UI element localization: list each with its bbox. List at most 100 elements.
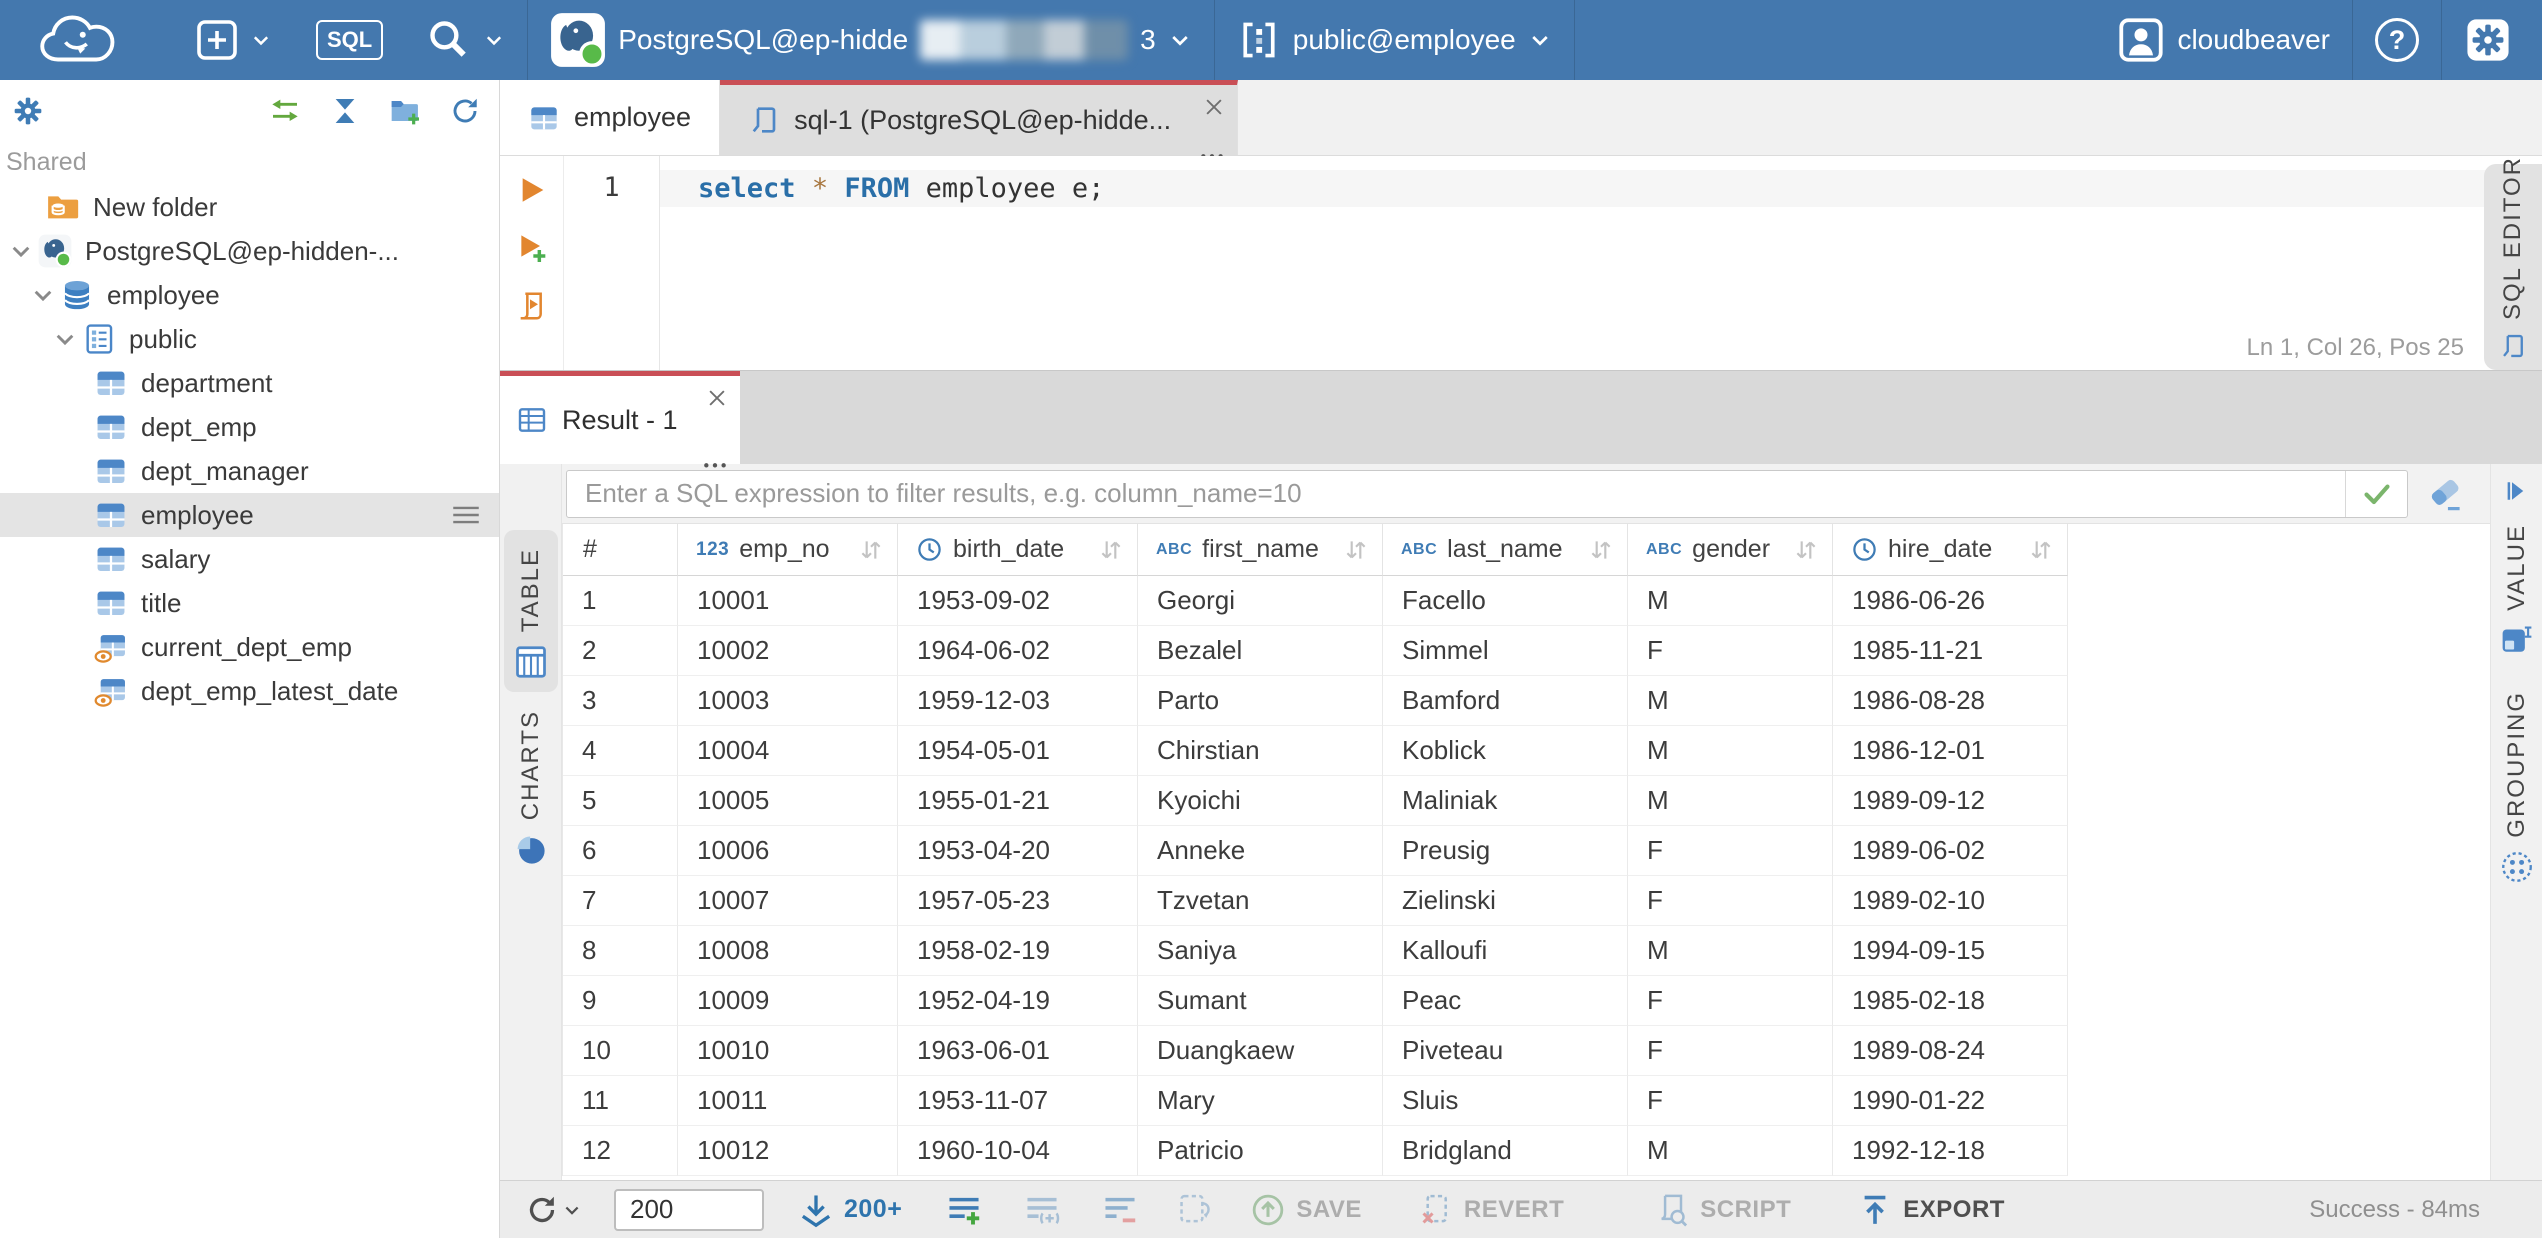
data-cell[interactable]: 10006 <box>678 826 898 876</box>
data-cell[interactable]: 1953-11-07 <box>898 1076 1138 1126</box>
data-cell[interactable]: 1958-02-19 <box>898 926 1138 976</box>
help-button[interactable]: ? <box>2353 0 2441 80</box>
data-cell[interactable]: F <box>1628 826 1833 876</box>
data-cell[interactable]: Bezalel <box>1138 626 1383 676</box>
data-cell[interactable]: Kalloufi <box>1383 926 1628 976</box>
data-cell[interactable]: Georgi <box>1138 576 1383 626</box>
data-cell[interactable]: Anneke <box>1138 826 1383 876</box>
sort-icon[interactable] <box>1097 536 1125 564</box>
tab-employee[interactable]: employee <box>500 80 721 155</box>
data-cell[interactable]: 1985-11-21 <box>1833 626 2068 676</box>
tree-item-postgresql-ep-hidden--[interactable]: PostgreSQL@ep-hidden-... <box>0 229 499 273</box>
data-cell[interactable]: 1952-04-19 <box>898 976 1138 1026</box>
connection-selector[interactable]: PostgreSQL@ep-hidde 3 <box>528 0 1214 80</box>
duplicate-row-icon[interactable] <box>1024 1192 1060 1228</box>
data-cell[interactable]: 1985-02-18 <box>1833 976 2068 1026</box>
data-cell[interactable]: Mary <box>1138 1076 1383 1126</box>
data-cell[interactable]: 1989-06-02 <box>1833 826 2068 876</box>
data-cell[interactable]: 1959-12-03 <box>898 676 1138 726</box>
export-button[interactable]: EXPORT <box>1857 1192 2005 1228</box>
tree-item-title[interactable]: title <box>0 581 499 625</box>
tree-item-dept_emp_latest_date[interactable]: dept_emp_latest_date <box>0 669 499 713</box>
sql-editor-button[interactable]: SQL <box>294 0 405 80</box>
data-cell[interactable]: M <box>1628 676 1833 726</box>
row-number-cell[interactable]: 7 <box>563 876 678 926</box>
data-cell[interactable]: 10008 <box>678 926 898 976</box>
tree-item-dept_manager[interactable]: dept_manager <box>0 449 499 493</box>
table-row[interactable]: 1 10001 1953-09-02 Georgi Facello M 1986-06-26 <box>563 576 2068 626</box>
data-cell[interactable]: 10009 <box>678 976 898 1026</box>
data-cell[interactable]: Zielinski <box>1383 876 1628 926</box>
close-icon[interactable] <box>1203 94 1225 116</box>
table-row[interactable]: 7 10007 1957-05-23 Tzvetan Zielinski F 1989-02… <box>563 876 2068 926</box>
new-connection-button[interactable] <box>174 0 294 80</box>
user-menu[interactable]: cloudbeaver <box>2095 0 2352 80</box>
data-cell[interactable]: 1954-05-01 <box>898 726 1138 776</box>
tree-item-department[interactable]: department <box>0 361 499 405</box>
cloudbeaver-logo-icon[interactable] <box>26 10 144 70</box>
refresh-icon[interactable] <box>449 95 481 127</box>
data-cell[interactable]: F <box>1628 626 1833 676</box>
data-cell[interactable]: M <box>1628 1126 1833 1176</box>
row-number-cell[interactable]: 1 <box>563 576 678 626</box>
tree-item-dept_emp[interactable]: dept_emp <box>0 405 499 449</box>
chevron-down-icon[interactable] <box>562 1200 582 1220</box>
row-number-cell[interactable]: 2 <box>563 626 678 676</box>
script-button[interactable]: SCRIPT <box>1654 1192 1791 1228</box>
table-row[interactable]: 11 10011 1953-11-07 Mary Sluis F 1990-01-22 <box>563 1076 2068 1126</box>
execute-script-icon[interactable] <box>516 290 548 322</box>
data-cell[interactable]: Parto <box>1138 676 1383 726</box>
data-cell[interactable]: 1994-09-15 <box>1833 926 2068 976</box>
data-cell[interactable]: Facello <box>1383 576 1628 626</box>
data-cell[interactable]: Sumant <box>1138 976 1383 1026</box>
data-cell[interactable]: 10002 <box>678 626 898 676</box>
tree-item-salary[interactable]: salary <box>0 537 499 581</box>
data-cell[interactable]: 10003 <box>678 676 898 726</box>
data-cell[interactable]: Preusig <box>1383 826 1628 876</box>
column-header-last_name[interactable]: ABC last_name <box>1383 524 1628 576</box>
revert-button[interactable]: REVERT <box>1418 1192 1564 1228</box>
execute-new-tab-icon[interactable] <box>516 232 548 264</box>
data-cell[interactable]: Kyoichi <box>1138 776 1383 826</box>
tab-charts-view[interactable]: CHARTS <box>514 710 548 866</box>
data-cell[interactable]: 10007 <box>678 876 898 926</box>
column-header-hire_date[interactable]: hire_date <box>1833 524 2068 576</box>
data-cell[interactable]: 1955-01-21 <box>898 776 1138 826</box>
chevron-down-icon[interactable] <box>28 280 58 310</box>
data-cell[interactable]: 10012 <box>678 1126 898 1176</box>
data-cell[interactable]: 1989-09-12 <box>1833 776 2068 826</box>
filter-input[interactable] <box>567 470 2345 517</box>
row-number-cell[interactable]: 9 <box>563 976 678 1026</box>
row-limit-input[interactable] <box>614 1188 764 1231</box>
chevron-down-icon[interactable] <box>6 236 36 266</box>
data-cell[interactable]: M <box>1628 776 1833 826</box>
data-cell[interactable]: 10010 <box>678 1026 898 1076</box>
apply-filter-button[interactable] <box>2345 470 2407 517</box>
data-cell[interactable]: F <box>1628 1076 1833 1126</box>
data-cell[interactable]: Patricio <box>1138 1126 1383 1176</box>
data-cell[interactable]: 1992-12-18 <box>1833 1126 2068 1176</box>
row-number-cell[interactable]: 4 <box>563 726 678 776</box>
table-row[interactable]: 4 10004 1954-05-01 Chirstian Koblick M 1986-12… <box>563 726 2068 776</box>
schema-selector[interactable]: public@employee <box>1215 0 1574 80</box>
tree-item-current_dept_emp[interactable]: current_dept_emp <box>0 625 499 669</box>
table-row[interactable]: 12 10012 1960-10-04 Patricio Bridgland M 1992-… <box>563 1126 2068 1176</box>
apply-changes-icon[interactable] <box>1176 1192 1212 1228</box>
data-cell[interactable]: Piveteau <box>1383 1026 1628 1076</box>
sort-icon[interactable] <box>2027 536 2055 564</box>
data-cell[interactable]: 10001 <box>678 576 898 626</box>
tab-menu-icon[interactable] <box>702 446 728 468</box>
data-cell[interactable]: 1963-06-01 <box>898 1026 1138 1076</box>
data-cell[interactable]: M <box>1628 926 1833 976</box>
data-cell[interactable]: M <box>1628 576 1833 626</box>
data-cell[interactable]: Tzvetan <box>1138 876 1383 926</box>
column-header-gender[interactable]: ABC gender <box>1628 524 1833 576</box>
table-row[interactable]: 3 10003 1959-12-03 Parto Bamford M 1986-08-28 <box>563 676 2068 726</box>
tab-value-panel[interactable]: VALUE <box>2500 524 2534 657</box>
delete-row-icon[interactable] <box>1102 1192 1138 1228</box>
sidebar-settings-gear-icon[interactable] <box>12 95 44 127</box>
tab-grouping-panel[interactable]: GROUPING <box>2500 691 2534 884</box>
tab-table-view[interactable]: TABLE <box>503 530 558 693</box>
column-header-emp_no[interactable]: 123 emp_no <box>678 524 898 576</box>
row-number-cell[interactable]: 10 <box>563 1026 678 1076</box>
